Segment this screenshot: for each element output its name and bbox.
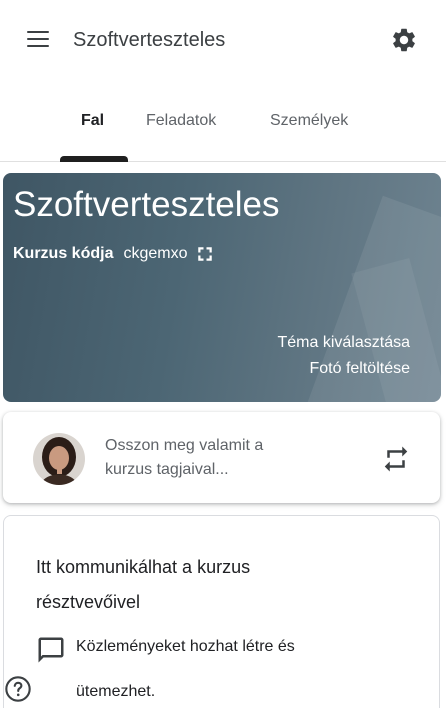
course-code-label: Kurzus kódja [13, 245, 114, 262]
tab-bar: Fal Feladatok Személyek [0, 100, 446, 162]
select-theme-link[interactable]: Téma kiválasztása [278, 334, 411, 352]
course-title: Szoftverteszteles [13, 185, 280, 224]
info-card: Itt kommunikálhat a kurzus résztvevőivel… [3, 515, 440, 708]
course-banner: Szoftverteszteles Kurzus kódja ckgemxo T… [3, 173, 441, 402]
tab-feladatok[interactable]: Feladatok [146, 112, 216, 130]
upload-photo-link[interactable]: Fotó feltöltése [310, 360, 411, 378]
tab-szemelyek[interactable]: Személyek [270, 112, 348, 130]
avatar[interactable] [33, 433, 85, 485]
gear-icon[interactable] [390, 26, 418, 54]
hamburger-menu-icon[interactable] [27, 31, 49, 49]
top-app-bar: Szoftverteszteles [0, 0, 446, 80]
share-placeholder-line: Osszon meg valamit a [105, 437, 264, 454]
course-code-row: Kurzus kódja ckgemxo [13, 245, 214, 263]
course-code-value: ckgemxo [123, 245, 188, 262]
info-heading: Itt kommunikálhat a kurzus résztvevőivel [36, 550, 336, 620]
share-post-card[interactable]: Osszon meg valamit a kurzus tagjaival... [3, 412, 440, 503]
info-heading-line: Itt kommunikálhat a kurzus [36, 557, 251, 577]
active-tab-indicator [60, 156, 128, 162]
share-placeholder-line: kurzus tagjaival... [105, 461, 229, 478]
fullscreen-icon[interactable] [196, 245, 214, 263]
info-item-text: ütemezhet. [76, 683, 156, 700]
info-item-text: Közleményeket hozhat létre és [76, 638, 295, 655]
tab-fal[interactable]: Fal [81, 112, 104, 130]
info-heading-line: résztvevőivel [36, 592, 141, 612]
repost-icon[interactable] [381, 444, 411, 474]
app-title: Szoftverteszteles [73, 29, 226, 51]
share-input-placeholder[interactable]: Osszon meg valamit a kurzus tagjaival... [105, 434, 325, 482]
help-icon[interactable] [4, 675, 32, 703]
announcement-icon [38, 637, 64, 663]
